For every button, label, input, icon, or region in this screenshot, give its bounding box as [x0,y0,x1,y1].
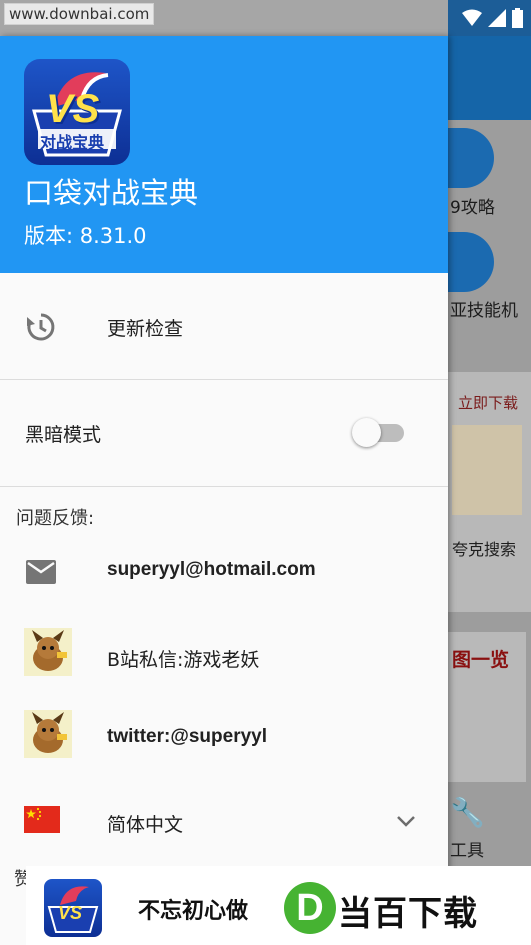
toggle-thumb [352,418,381,447]
history-icon [26,312,56,346]
ad-brand-letter: D [284,882,336,934]
ad-app-logo-icon: VS [44,879,102,937]
background-tile-label: 亚技能机 [450,301,518,321]
twitter-label: twitter:@superyyl [107,726,268,747]
email-icon [26,560,56,588]
app-logo-subtext: 对战宝典 [40,133,105,152]
twitter-item[interactable]: twitter:@superyyl [0,698,448,774]
signal-icon [488,9,506,27]
svg-text:VS: VS [58,903,82,923]
battery-icon [512,8,523,28]
background-list-title: 图一览 [452,649,510,671]
ad-text: 不忘初心做 [138,899,249,924]
watermark-tag: www.downbai.com [4,3,155,25]
email-item[interactable]: superyyl@hotmail.com [0,536,448,608]
language-selector[interactable]: 简体中文 [0,782,448,858]
feedback-section-label: 问题反馈: [16,508,95,529]
dark-mode-label: 黑暗模式 [25,424,102,446]
ad-brand-logo: D 当百下载 [266,880,528,936]
avatar-icon [24,628,72,676]
navigation-drawer: VS 对战宝典 口袋对战宝典 版本: 8.31.0 更新检查 黑暗模式 问题反馈… [0,36,448,945]
status-icons [462,8,523,28]
china-flag-icon [24,806,60,833]
update-check-item[interactable]: 更新检查 [0,273,448,379]
chevron-down-icon[interactable] [396,812,416,831]
background-banner-title: 立即下载 [458,394,519,412]
avatar-icon [24,710,72,758]
dark-mode-row: 黑暗模式 [0,380,448,486]
ad-banner[interactable]: VS 不忘初心做 D 当百下载 [26,866,531,945]
background-tool-label: 工具 [450,841,484,861]
email-label: superyyl@hotmail.com [107,559,316,580]
wrench-icon: 🔧 [450,796,485,829]
app-title: 口袋对战宝典 [24,176,199,210]
bilibili-label: B站私信:游戏老妖 [107,649,260,671]
divider [0,486,448,487]
app-version: 版本: 8.31.0 [24,224,147,248]
dark-mode-toggle[interactable] [352,417,406,447]
status-bar: www.downbai.com [0,0,531,36]
app-logo-text: VS [46,87,100,131]
bilibili-item[interactable]: B站私信:游戏老妖 [0,616,448,692]
background-banner-label: 夸克搜索 [452,540,517,559]
update-check-label: 更新检查 [107,318,184,340]
drawer-header: VS 对战宝典 口袋对战宝典 版本: 8.31.0 [0,36,448,273]
ad-brand-text: 当百下载 [338,894,478,934]
background-banner-image [452,425,522,515]
wifi-icon [462,9,482,26]
background-tile-label: 9攻略 [450,198,495,218]
language-label: 简体中文 [107,814,184,836]
app-logo-icon: VS 对战宝典 [24,59,130,165]
